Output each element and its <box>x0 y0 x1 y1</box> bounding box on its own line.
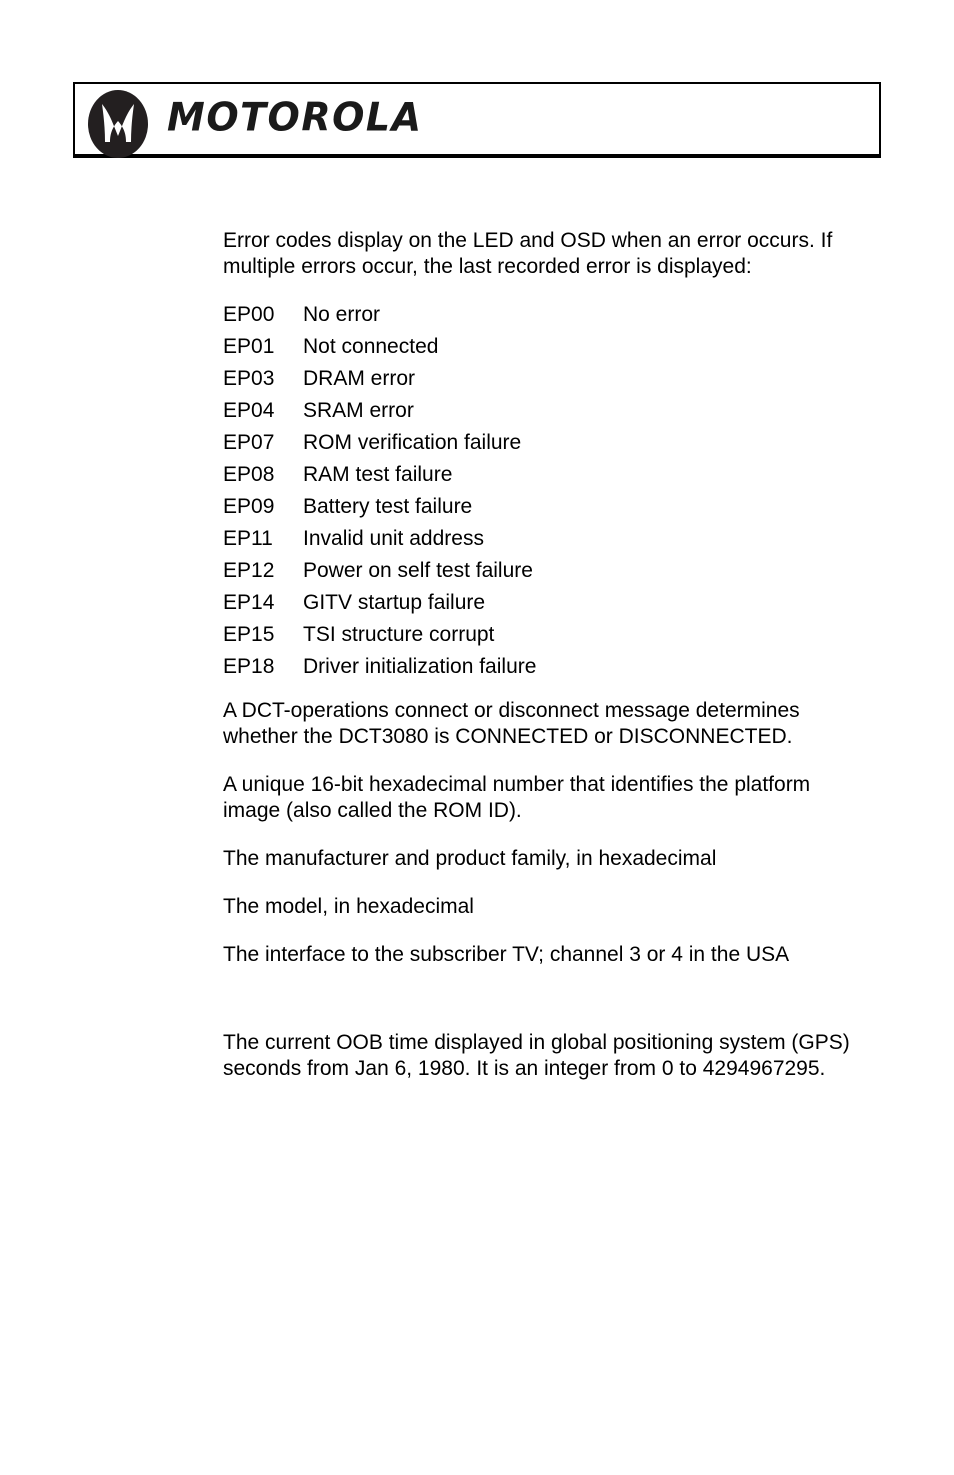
error-description: TSI structure corrupt <box>303 623 495 646</box>
error-code: EP04 <box>223 399 275 422</box>
list-item: EP18 Driver initialization failure <box>223 654 861 680</box>
list-item: EP04 SRAM error <box>223 398 861 424</box>
error-description: Not connected <box>303 335 439 358</box>
list-item: EP09 Battery test failure <box>223 494 861 520</box>
error-code: EP01 <box>223 335 275 358</box>
error-description: SRAM error <box>303 399 414 422</box>
error-code: EP12 <box>223 559 275 582</box>
paragraph-rom-id: A unique 16-bit hexadecimal number that … <box>223 773 811 822</box>
list-item: EP00 No error <box>223 302 861 328</box>
error-description: RAM test failure <box>303 463 453 486</box>
error-description: No error <box>303 303 381 326</box>
error-code: EP15 <box>223 623 275 646</box>
list-item: EP01 Not connected <box>223 334 861 360</box>
paragraph-dct-operations: A DCT-operations connect or disconnect m… <box>223 699 800 748</box>
list-item: EP03 DRAM error <box>223 366 861 392</box>
document-body: Error codes display on the LED and OSD w… <box>223 228 861 1104</box>
error-code: EP08 <box>223 463 275 486</box>
list-item: EP11 Invalid unit address <box>223 526 861 552</box>
error-description: Battery test failure <box>303 495 473 518</box>
error-code: EP07 <box>223 431 275 454</box>
list-item: EP15 TSI structure corrupt <box>223 622 861 648</box>
paragraph-manufacturer: The manufacturer and product family, in … <box>223 847 717 870</box>
error-code: EP11 <box>223 527 273 550</box>
motorola-wordmark: MOTOROLA <box>167 94 423 140</box>
error-code: EP18 <box>223 655 275 678</box>
error-description: DRAM error <box>303 367 416 390</box>
error-code: EP09 <box>223 495 275 518</box>
list-item: EP14 GITV startup failure <box>223 590 861 616</box>
error-code: EP00 <box>223 303 275 326</box>
motorola-batwing-logo-icon <box>88 90 148 158</box>
error-description: GITV startup failure <box>303 591 486 614</box>
error-code-list: EP00 No error EP01 Not connected EP03 DR… <box>223 302 861 680</box>
error-code: EP03 <box>223 367 275 390</box>
error-description: Power on self test failure <box>303 559 533 582</box>
error-description: ROM verification failure <box>303 431 522 454</box>
list-item: EP08 RAM test failure <box>223 462 861 488</box>
error-code: EP14 <box>223 591 275 614</box>
paragraph-oob-time: The current OOB time displayed in global… <box>223 1031 850 1080</box>
error-description: Invalid unit address <box>303 527 484 550</box>
list-item: EP07 ROM verification failure <box>223 430 861 456</box>
error-description: Driver initialization failure <box>303 655 537 678</box>
intro-paragraph: Error codes display on the LED and OSD w… <box>223 229 833 278</box>
paragraph-model: The model, in hexadecimal <box>223 895 474 918</box>
list-item: EP12 Power on self test failure <box>223 558 861 584</box>
paragraph-tv-interface: The interface to the subscriber TV; chan… <box>223 943 790 966</box>
